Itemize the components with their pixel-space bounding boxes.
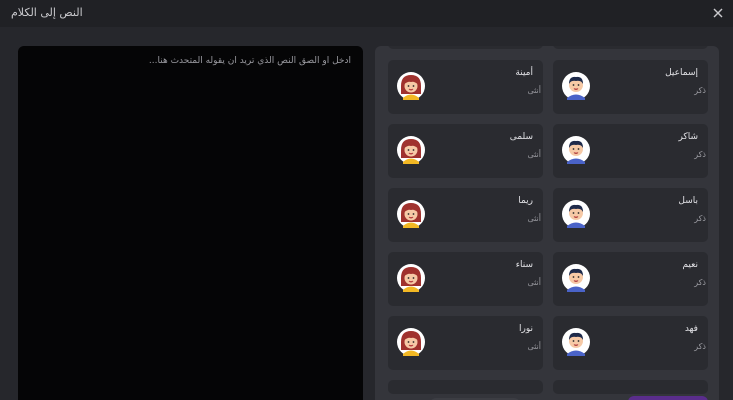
male-avatar-icon [562,328,590,356]
voice-card[interactable]: شاكر ذكر [553,124,708,178]
voice-name: ريما [518,196,533,206]
voice-card-partial[interactable] [388,46,543,49]
voice-name: سلمى [509,132,533,142]
voice-name: إسماعيل [665,68,698,78]
voice-gender: أنثى [527,342,541,351]
voice-name: باسل [678,196,698,206]
voice-card[interactable]: نعيم ذكر [553,252,708,306]
voice-gender: ذكر [694,214,706,223]
voice-card[interactable]: سلمى أنثى [388,124,543,178]
title-bar: النص إلى الكلام [0,0,733,27]
voice-name: نورا [518,324,533,334]
voice-gender: ذكر [694,150,706,159]
male-avatar-icon [562,264,590,292]
voice-card[interactable]: نورا أنثى [388,316,543,370]
voice-name: سناء [515,260,533,270]
voice-gender: أنثى [527,278,541,287]
window-title: النص إلى الكلام [11,6,83,19]
voice-gender: أنثى [527,86,541,95]
voice-card-partial[interactable] [553,46,708,49]
male-avatar-icon [562,136,590,164]
female-avatar-icon [397,136,425,164]
female-avatar-icon [397,72,425,100]
voice-card[interactable]: أمينة أنثى [388,60,543,114]
voice-name: شاكر [678,132,698,142]
text-editor-panel [18,46,363,400]
voice-card-partial[interactable] [553,380,708,394]
voice-gender: أنثى [527,214,541,223]
voice-card[interactable]: باسل ذكر [553,188,708,242]
female-avatar-icon [397,200,425,228]
voice-gender: ذكر [694,278,706,287]
voice-card[interactable]: ريما أنثى [388,188,543,242]
voice-card[interactable]: سناء أنثى [388,252,543,306]
female-avatar-icon [397,264,425,292]
voice-gender: ذكر [694,86,706,95]
voice-name: نعيم [682,260,698,270]
voice-card[interactable]: إسماعيل ذكر [553,60,708,114]
voice-card-partial[interactable] [388,380,543,394]
female-avatar-icon [397,328,425,356]
close-icon[interactable] [711,6,725,20]
voice-gender: ذكر [694,342,706,351]
voice-card[interactable]: فهد ذكر [553,316,708,370]
voice-name: أمينة [515,68,533,78]
male-avatar-icon [562,72,590,100]
voice-name: فهد [684,324,698,334]
voice-list-panel: إسماعيل ذكر أمينة أنثى شاكر ذكر سلمى أنث… [375,46,719,400]
text-input[interactable] [26,56,351,386]
voice-gender: أنثى [527,150,541,159]
male-avatar-icon [562,200,590,228]
generate-button[interactable] [628,396,708,400]
